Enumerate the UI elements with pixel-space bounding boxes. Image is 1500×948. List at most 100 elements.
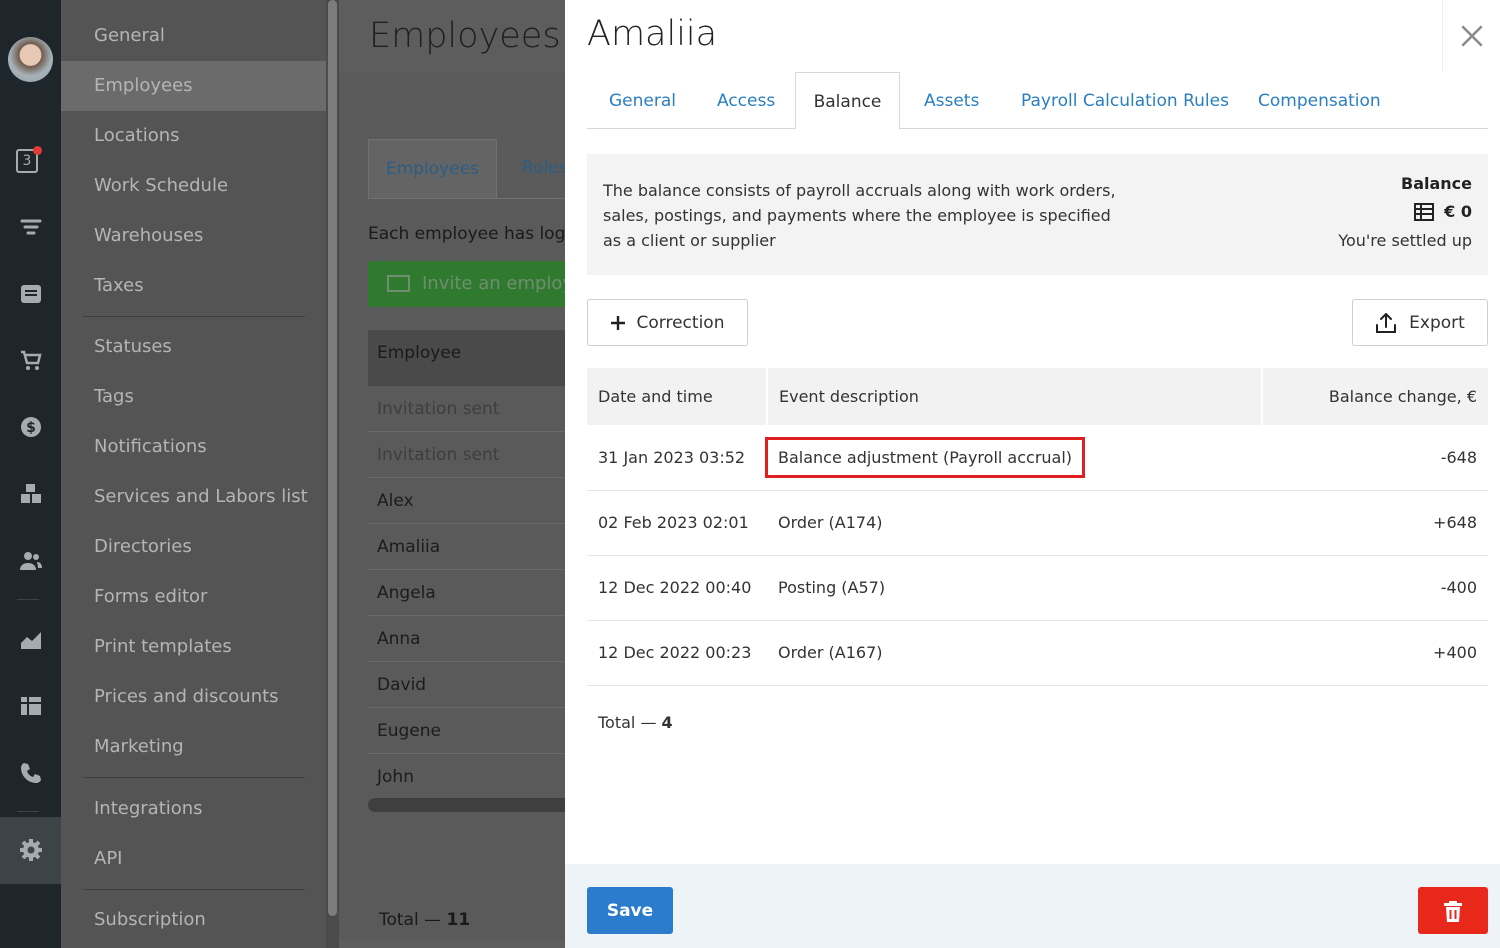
delete-button[interactable]: [1418, 887, 1488, 934]
column-header-event[interactable]: Event description: [767, 368, 1263, 425]
employees-page-background: Employees Employees Roles Each employee …: [339, 0, 565, 948]
menu-item-subscription[interactable]: Subscription: [61, 895, 326, 945]
employee-row[interactable]: Amaliia: [368, 524, 565, 570]
employee-row[interactable]: Invitation sent: [368, 432, 565, 478]
highlighted-event-link[interactable]: Balance adjustment (Payroll accrual): [764, 436, 1086, 478]
table-row[interactable]: 02 Feb 2023 02:01 Order (A174) +648: [587, 490, 1488, 556]
upload-icon: [1376, 312, 1397, 333]
tab-compensation[interactable]: Compensation: [1258, 72, 1381, 129]
employee-row[interactable]: Invitation sent: [368, 386, 565, 432]
menu-item-notifications[interactable]: Notifications: [61, 422, 326, 472]
menu-item-services[interactable]: Services and Labors list: [61, 472, 326, 522]
menu-item-forms-editor[interactable]: Forms editor: [61, 572, 326, 622]
menu-item-prices[interactable]: Prices and discounts: [61, 672, 326, 722]
people-icon[interactable]: [0, 541, 61, 581]
horizontal-scrollbar[interactable]: [368, 798, 565, 812]
balance-label: Balance: [1401, 174, 1472, 193]
dashboard-icon[interactable]: [0, 686, 61, 726]
total-label: Total —: [598, 713, 657, 732]
menu-item-integrations[interactable]: Integrations: [61, 784, 326, 834]
inbox-icon[interactable]: [0, 274, 61, 314]
correction-button[interactable]: Correction: [587, 299, 748, 346]
employee-row[interactable]: Alex: [368, 478, 565, 524]
tab-payroll-calculation-rules[interactable]: Payroll Calculation Rules: [1021, 72, 1229, 129]
employee-row[interactable]: David: [368, 662, 565, 708]
table-total: Total — 4: [598, 713, 673, 732]
page-description: Each employee has login: [368, 224, 565, 244]
row-event[interactable]: Order (A174): [767, 490, 1262, 556]
menu-item-warehouses[interactable]: Warehouses: [61, 211, 326, 261]
row-date: 31 Jan 2023 03:52: [587, 425, 767, 491]
boxes-icon[interactable]: [0, 474, 61, 514]
settings-nav[interactable]: [0, 817, 61, 884]
gear-icon[interactable]: [0, 830, 61, 870]
user-avatar[interactable]: [8, 37, 53, 82]
table-row[interactable]: 31 Jan 2023 03:52 Balance adjustment (Pa…: [587, 425, 1488, 491]
balance-value: € 0: [1444, 202, 1472, 221]
total-value: 4: [661, 713, 673, 732]
menu-item-statuses[interactable]: Statuses: [61, 322, 326, 372]
menu-item-taxes[interactable]: Taxes: [61, 261, 326, 311]
tab-assets[interactable]: Assets: [924, 72, 979, 129]
menu-item-work-schedule[interactable]: Work Schedule: [61, 161, 326, 211]
tab-balance[interactable]: Balance: [795, 72, 900, 130]
save-button[interactable]: Save: [587, 887, 673, 934]
envelope-icon: [387, 275, 410, 292]
menu-item-directories[interactable]: Directories: [61, 522, 326, 572]
column-header-date[interactable]: Date and time: [587, 368, 768, 425]
menu-item-general[interactable]: General: [61, 11, 326, 61]
svg-text:$: $: [26, 420, 36, 436]
employees-total: Total — 11: [379, 910, 470, 930]
tab-general[interactable]: General: [609, 72, 676, 129]
menu-item-employees[interactable]: Employees: [61, 61, 326, 111]
balance-amount: € 0: [1338, 202, 1472, 221]
menu-scrollbar[interactable]: [326, 0, 339, 948]
close-button[interactable]: [1442, 0, 1500, 72]
panel-footer: Save: [565, 864, 1500, 948]
menu-item-api[interactable]: API: [61, 834, 326, 884]
export-button[interactable]: Export: [1352, 299, 1488, 346]
export-label: Export: [1409, 312, 1465, 333]
employee-column-header[interactable]: Employee: [368, 330, 565, 386]
table-header-row: Date and time Event description Balance …: [587, 368, 1488, 425]
tab-employees[interactable]: Employees: [368, 139, 497, 198]
balance-status: You're settled up: [1338, 231, 1472, 250]
tab-access[interactable]: Access: [717, 72, 775, 129]
chart-icon[interactable]: [0, 620, 61, 660]
invite-employee-button[interactable]: Invite an employ: [368, 261, 565, 307]
row-event[interactable]: Balance adjustment (Payroll accrual): [764, 425, 1262, 491]
page-title: Employees: [369, 16, 561, 56]
row-change: +400: [1262, 620, 1488, 686]
row-event[interactable]: Order (A167): [767, 620, 1262, 686]
settings-menu: General Employees Locations Work Schedul…: [61, 0, 326, 948]
total-value: 11: [446, 910, 471, 930]
table-row[interactable]: 12 Dec 2022 00:40 Posting (A57) -400: [587, 555, 1488, 621]
row-change: -648: [1262, 425, 1488, 491]
row-date: 12 Dec 2022 00:40: [587, 555, 767, 621]
menu-item-marketing[interactable]: Marketing: [61, 722, 326, 772]
balance-explanation: The balance consists of payroll accruals…: [603, 181, 1116, 250]
cart-icon[interactable]: [0, 341, 61, 381]
menu-item-print-templates[interactable]: Print templates: [61, 622, 326, 672]
funnel-icon[interactable]: [0, 208, 61, 248]
phone-icon[interactable]: [0, 753, 61, 793]
column-header-change[interactable]: Balance change, €: [1262, 368, 1488, 425]
employee-row[interactable]: Anna: [368, 616, 565, 662]
employee-row[interactable]: John: [368, 754, 565, 800]
row-change: -400: [1262, 555, 1488, 621]
dollar-icon[interactable]: $: [0, 407, 61, 447]
employee-row[interactable]: Angela: [368, 570, 565, 616]
balance-history-table: Date and time Event description Balance …: [587, 368, 1488, 686]
employee-row[interactable]: Eugene: [368, 708, 565, 754]
balance-info-box: The balance consists of payroll accruals…: [587, 154, 1488, 275]
cash-register-icon: [1414, 202, 1435, 221]
balance-summary: Balance € 0 You're settled up: [1338, 174, 1472, 250]
correction-label: Correction: [636, 312, 725, 333]
close-icon: [1461, 25, 1482, 47]
menu-item-locations[interactable]: Locations: [61, 111, 326, 161]
tab-roles[interactable]: Roles: [522, 139, 565, 197]
menu-item-tags[interactable]: Tags: [61, 372, 326, 422]
table-row[interactable]: 12 Dec 2022 00:23 Order (A167) +400: [587, 620, 1488, 686]
row-event[interactable]: Posting (A57): [767, 555, 1262, 621]
row-date: 12 Dec 2022 00:23: [587, 620, 767, 686]
